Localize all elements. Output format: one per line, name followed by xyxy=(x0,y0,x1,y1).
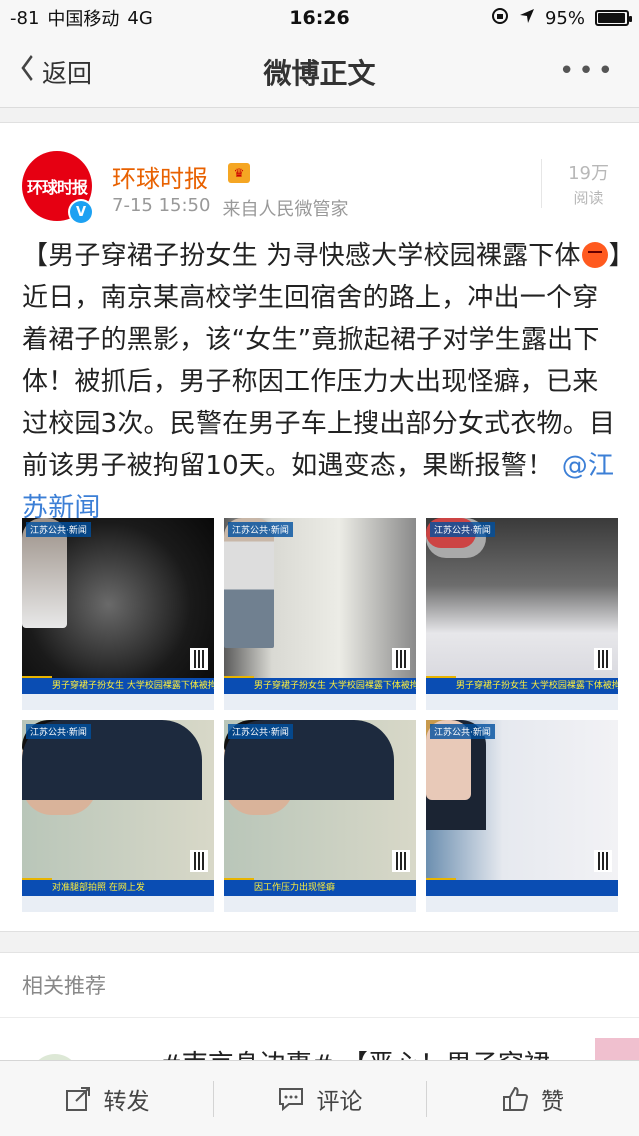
battery-icon xyxy=(595,10,632,26)
post-meta: 7-15 15:50 来自人民微管家 xyxy=(112,195,348,221)
image-4-channel-tag: 江苏公共·新闻 xyxy=(26,724,91,739)
repost-button[interactable]: 转发 xyxy=(0,1061,213,1136)
nav-bar: 返回 微博正文 ••• xyxy=(0,36,639,108)
location-icon xyxy=(519,8,535,29)
status-left: -81 中国移动 4G xyxy=(10,5,153,31)
image-6-strip xyxy=(426,896,618,912)
image-5-strip xyxy=(224,896,416,912)
verified-badge-icon: V xyxy=(68,199,94,225)
repost-label: 转发 xyxy=(103,1088,150,1115)
image-1-channel-tag: 江苏公共·新闻 xyxy=(26,522,91,537)
image-2-ticker: 男子穿裙子扮女生 大学校园裸露下体被拘 xyxy=(224,678,416,694)
chevron-left-icon xyxy=(20,53,34,91)
post-image-6[interactable]: 江苏公共·新闻 公共 xyxy=(426,720,618,912)
vip-crown-icon: ♛ xyxy=(228,163,250,183)
post-image-4[interactable]: 江苏公共·新闻 公共 对准腿部拍照 在网上发 xyxy=(22,720,214,912)
read-count: 19万 阅读 xyxy=(541,159,609,208)
image-2-channel-tag: 江苏公共·新闻 xyxy=(228,522,293,537)
post-image-2[interactable]: 江苏公共·新闻 公共 男子穿裙子扮女生 大学校园裸露下体被拘 xyxy=(224,518,416,710)
image-6-channel-tag: 江苏公共·新闻 xyxy=(430,724,495,739)
battery-fill xyxy=(598,13,625,23)
post-card: 环球时报 V 环球时报 ♛ 7-15 15:50 来自人民微管家 19万 阅读 … xyxy=(0,122,639,932)
battery-percent: 95% xyxy=(544,7,585,29)
carrier-name: 中国移动 xyxy=(47,9,120,30)
image-1-strip xyxy=(22,694,214,710)
like-label: 赞 xyxy=(541,1088,564,1115)
post-text-part2: 】近日，南京某高校学生回宿舍的路上，冲出一个穿着裙子的黑影，该“女生”竟掀起裙子… xyxy=(22,241,622,481)
qr-code-icon xyxy=(190,850,208,872)
image-3-ticker: 男子穿裙子扮女生 大学校园裸露下体被拘 xyxy=(426,678,618,694)
qr-code-icon xyxy=(392,648,410,670)
post-text-part1: 【男子穿裙子扮女生 为寻快感大学校园裸露下体 xyxy=(22,241,581,271)
post-source: 来自人民微管家 xyxy=(222,199,349,220)
more-options-button[interactable]: ••• xyxy=(559,56,617,86)
back-label: 返回 xyxy=(42,59,93,88)
repost-icon xyxy=(64,1085,92,1113)
image-4-ticker: 对准腿部拍照 在网上发 xyxy=(22,880,214,896)
image-3-strip xyxy=(426,694,618,710)
qr-code-icon xyxy=(594,850,612,872)
page-title: 微博正文 xyxy=(263,56,376,90)
like-button[interactable]: 赞 xyxy=(426,1061,639,1136)
qr-code-icon xyxy=(190,648,208,670)
back-button[interactable]: 返回 xyxy=(18,36,92,108)
avatar-logo-text: 环球时报 xyxy=(26,178,88,197)
qr-code-icon xyxy=(392,850,410,872)
angry-face-icon xyxy=(581,242,608,268)
author-name[interactable]: 环球时报 xyxy=(112,159,208,194)
post-body: 【男子穿裙子扮女生 为寻快感大学校园裸露下体 】近日，南京某高校学生回宿舍的路上，… xyxy=(22,235,622,529)
network-type: 4G xyxy=(127,7,153,29)
related-header: 相关推荐 xyxy=(0,952,639,1018)
image-1-ticker: 男子穿裙子扮女生 大学校园裸露下体被拘 xyxy=(22,678,214,694)
post-time: 7-15 15:50 xyxy=(112,195,211,216)
image-3-channel-tag: 江苏公共·新闻 xyxy=(430,522,495,537)
thumbs-up-icon xyxy=(501,1085,529,1113)
post-image-3[interactable]: 江苏公共·新闻 公共 男子穿裙子扮女生 大学校园裸露下体被拘 xyxy=(426,518,618,710)
post-image-1[interactable]: 江苏公共·新闻 公共 男子穿裙子扮女生 大学校园裸露下体被拘 xyxy=(22,518,214,710)
qr-code-icon xyxy=(594,648,612,670)
comment-button[interactable]: 评论 xyxy=(213,1061,426,1136)
bottom-toolbar: 转发 评论 赞 xyxy=(0,1060,639,1136)
status-bar: -81 中国移动 4G 16:26 95% xyxy=(0,0,639,36)
rotation-lock-icon xyxy=(491,7,509,30)
read-count-value: 19万 xyxy=(568,163,609,184)
image-6-ticker xyxy=(426,880,618,896)
comment-label: 评论 xyxy=(316,1088,363,1115)
image-4-strip xyxy=(22,896,214,912)
image-2-strip xyxy=(224,694,416,710)
post-image-5[interactable]: 江苏公共·新闻 公共 因工作压力出现怪癖 xyxy=(224,720,416,912)
read-count-label: 阅读 xyxy=(573,189,604,207)
signal-strength: -81 xyxy=(10,7,40,29)
image-5-channel-tag: 江苏公共·新闻 xyxy=(228,724,293,739)
comment-icon xyxy=(277,1085,305,1113)
status-right: 95% xyxy=(491,7,632,30)
image-5-ticker: 因工作压力出现怪癖 xyxy=(224,880,416,896)
image-grid: 江苏公共·新闻 公共 男子穿裙子扮女生 大学校园裸露下体被拘 江苏公共·新闻 公… xyxy=(22,518,618,912)
status-time: 16:26 xyxy=(289,7,350,29)
